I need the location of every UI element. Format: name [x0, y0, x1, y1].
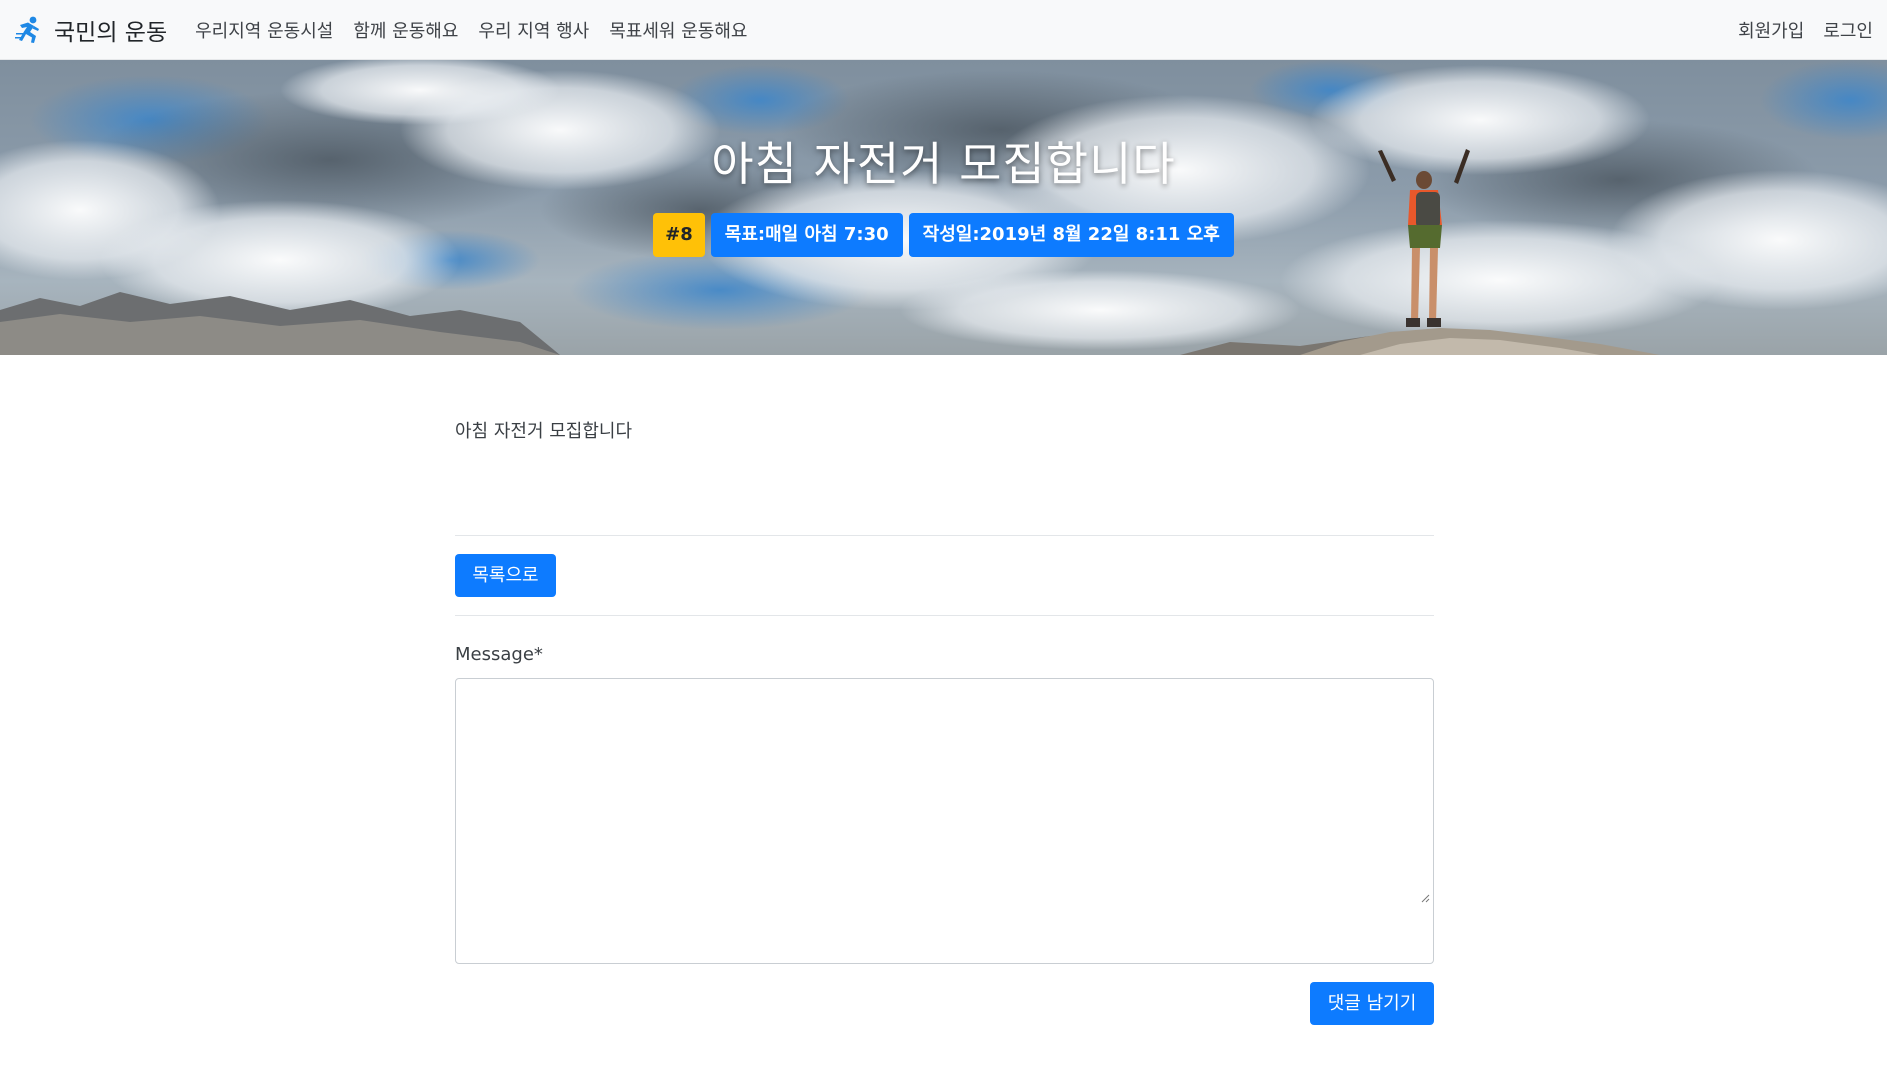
login-link[interactable]: 로그인	[1823, 17, 1873, 43]
signup-link[interactable]: 회원가입	[1738, 17, 1804, 43]
created-date-badge: 작성일:2019년 8월 22일 8:11 오후	[908, 213, 1234, 257]
hero-banner: 아침 자전거 모집합니다 #8 목표:매일 아침 7:30 작성일:2019년 …	[0, 60, 1887, 355]
brand-link[interactable]: 국민의 운동	[14, 13, 167, 47]
hero-background-image	[0, 60, 1887, 355]
message-textarea[interactable]	[455, 678, 1434, 964]
post-container: 아침 자전거 모집합니다 목록으로 Message* 댓글 남기기	[455, 355, 1434, 1025]
divider-bottom	[455, 615, 1434, 616]
back-to-list-button[interactable]: 목록으로	[455, 554, 556, 597]
post-badges: #8 목표:매일 아침 7:30 작성일:2019년 8월 22일 8:11 오…	[0, 213, 1887, 257]
nav-item-exercise-together[interactable]: 함께 운동해요	[353, 17, 458, 43]
brand-name: 국민의 운동	[54, 19, 168, 46]
post-number-badge: #8	[653, 213, 705, 257]
account-nav: 회원가입 로그인	[1719, 17, 1873, 43]
submit-comment-button[interactable]: 댓글 남기기	[1310, 982, 1434, 1025]
nav-item-goal-exercise[interactable]: 목표세워 운동해요	[609, 17, 747, 43]
goal-badge: 목표:매일 아침 7:30	[710, 213, 903, 257]
nav-item-local-facilities[interactable]: 우리지역 운동시설	[195, 17, 333, 43]
main-nav: 우리지역 운동시설 함께 운동해요 우리 지역 행사 목표세워 운동해요	[195, 17, 767, 43]
divider-top	[455, 535, 1434, 536]
message-label: Message*	[455, 644, 543, 665]
running-person-icon	[14, 15, 44, 45]
nav-item-local-events[interactable]: 우리 지역 행사	[478, 17, 589, 43]
post-body: 아침 자전거 모집합니다	[455, 421, 633, 442]
navbar: 국민의 운동 우리지역 운동시설 함께 운동해요 우리 지역 행사 목표세워 운…	[0, 0, 1887, 60]
resize-grip-icon[interactable]	[1420, 888, 1430, 903]
post-title: 아침 자전거 모집합니다	[711, 137, 1176, 191]
